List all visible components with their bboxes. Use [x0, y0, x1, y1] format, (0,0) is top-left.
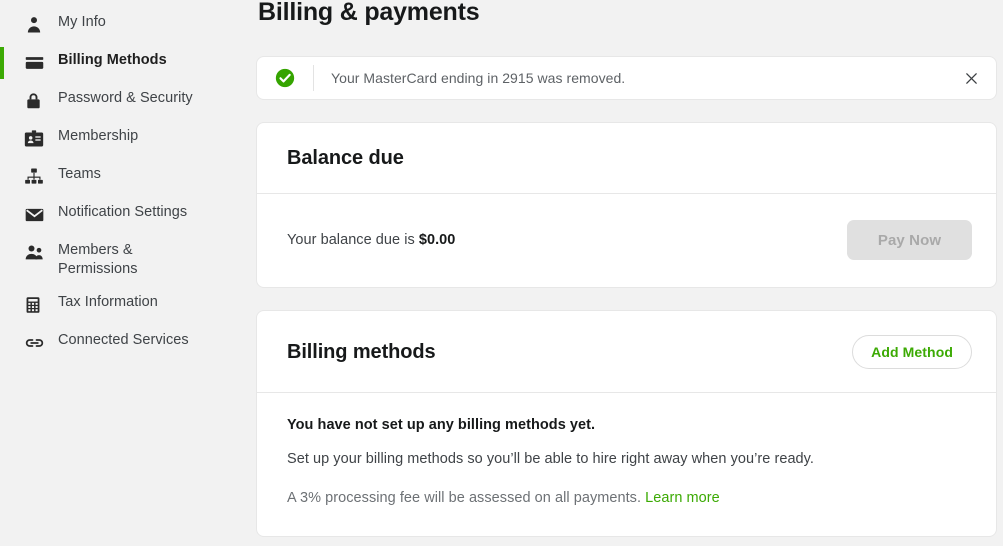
credit-card-icon — [24, 52, 46, 73]
balance-card-body: Your balance due is $0.00 Pay Now — [257, 194, 996, 287]
balance-text-prefix: Your balance due is — [287, 232, 419, 248]
add-method-button[interactable]: Add Method — [852, 335, 972, 369]
learn-more-link[interactable]: Learn more — [645, 490, 720, 506]
alert-message: Your MasterCard ending in 2915 was remov… — [331, 70, 626, 86]
sidebar-item-label: Tax Information — [58, 294, 158, 310]
sidebar-item-my-info[interactable]: My Info — [0, 6, 252, 44]
person-icon — [24, 14, 46, 35]
fee-text: A 3% processing fee will be assessed on … — [287, 490, 646, 506]
active-indicator — [0, 47, 4, 79]
sidebar-item-teams[interactable]: Teams — [0, 158, 252, 196]
link-icon — [24, 332, 46, 353]
sidebar-item-label: Password & Security — [58, 90, 193, 106]
methods-description: Set up your billing methods so you’ll be… — [287, 451, 814, 467]
alert-divider — [313, 65, 314, 91]
sidebar-item-billing-methods[interactable]: Billing Methods — [0, 44, 252, 82]
sidebar-item-label: Connected Services — [58, 332, 189, 348]
methods-card-body: You have not set up any billing methods … — [257, 393, 996, 536]
sidebar-item-label: Billing Methods — [58, 52, 167, 68]
sidebar-item-notification-settings[interactable]: Notification Settings — [0, 196, 252, 234]
main-content: Billing & payments Your MasterCard endin… — [252, 0, 1003, 546]
success-check-icon — [275, 68, 295, 88]
people-icon — [24, 242, 46, 263]
balance-due-card: Balance due Your balance due is $0.00 Pa… — [256, 122, 997, 288]
envelope-icon — [24, 204, 46, 225]
sidebar-item-label: Notification Settings — [58, 204, 188, 220]
billing-payments-page: My Info Billing Methods Password & Secur… — [0, 0, 1003, 546]
success-alert-banner: Your MasterCard ending in 2915 was remov… — [256, 56, 997, 100]
sidebar-item-label: Membership — [58, 128, 139, 144]
balance-card-title: Balance due — [287, 147, 404, 169]
sidebar-item-label: Teams — [58, 166, 101, 182]
sidebar-item-label: My Info — [58, 14, 106, 30]
sidebar-item-membership[interactable]: Membership — [0, 120, 252, 158]
calculator-icon — [24, 294, 46, 315]
id-card-icon — [24, 128, 46, 149]
no-methods-headline: You have not set up any billing methods … — [287, 417, 596, 433]
balance-amount: $0.00 — [418, 232, 456, 248]
methods-card-header: Billing methods Add Method — [257, 311, 996, 392]
page-title: Billing & payments — [258, 0, 480, 26]
billing-methods-card: Billing methods Add Method You have not … — [256, 310, 997, 537]
sidebar-item-tax-information[interactable]: Tax Information — [0, 286, 252, 324]
sidebar-item-members-permissions[interactable]: Members & Permissions — [0, 234, 252, 286]
lock-icon — [24, 90, 46, 111]
sidebar-item-label: Members & Permissions — [58, 242, 138, 277]
balance-due-text: Your balance due is $0.00 — [287, 232, 455, 248]
processing-fee-text: A 3% processing fee will be assessed on … — [287, 490, 966, 506]
org-chart-icon — [24, 166, 46, 187]
sidebar-item-password-security[interactable]: Password & Security — [0, 82, 252, 120]
close-icon[interactable] — [960, 67, 982, 89]
methods-card-title: Billing methods — [287, 340, 436, 363]
settings-sidebar: My Info Billing Methods Password & Secur… — [0, 0, 252, 546]
pay-now-button[interactable]: Pay Now — [847, 220, 972, 260]
sidebar-item-connected-services[interactable]: Connected Services — [0, 324, 252, 362]
balance-card-header: Balance due — [257, 123, 996, 193]
